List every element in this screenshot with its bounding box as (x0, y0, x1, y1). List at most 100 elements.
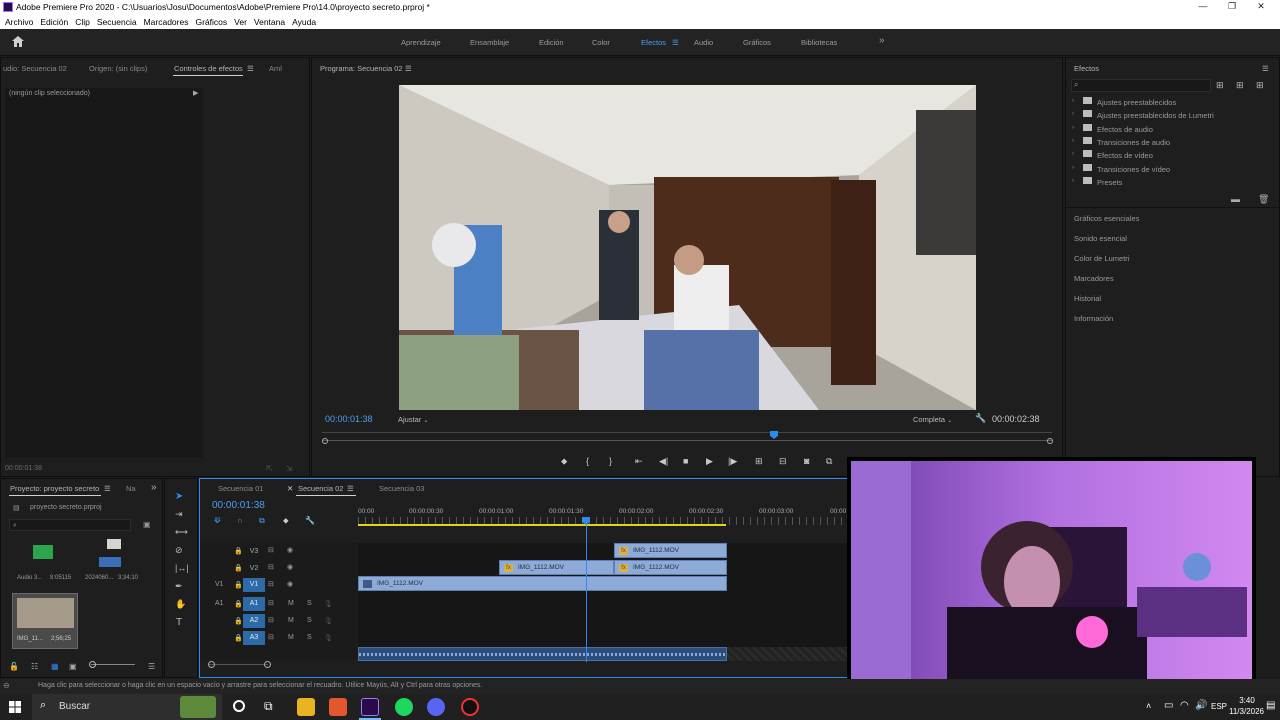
export-icon[interactable]: ⇲ (286, 464, 293, 473)
tab-aprendizaje[interactable]: Aprendizaje (401, 38, 441, 47)
sync-lock-icon[interactable]: ⊟ (268, 580, 274, 588)
notifications-icon[interactable]: ▤ (1266, 700, 1275, 711)
spotify-icon[interactable] (395, 698, 413, 716)
volume-icon[interactable]: 🔊 (1195, 700, 1207, 711)
sync-lock-icon[interactable]: ⊟ (268, 546, 274, 554)
menu-marcadores[interactable]: Marcadores (144, 17, 189, 27)
project-item-video[interactable]: IMG_11... 2;56;25 (12, 593, 78, 649)
tab-media-browser[interactable]: Na (126, 484, 136, 493)
mute-button[interactable]: M (288, 617, 294, 624)
clip-v3[interactable]: fx IMG_1112.MOV (614, 543, 727, 558)
panel-history[interactable]: Historial (1074, 294, 1101, 303)
file-explorer-icon[interactable] (297, 698, 315, 716)
sync-lock-icon[interactable]: ⊟ (268, 563, 274, 571)
solo-button[interactable]: S (307, 634, 312, 641)
mark-in-icon[interactable]: { (586, 456, 589, 466)
program-ruler[interactable] (322, 432, 1052, 433)
track-a2-label[interactable]: A2 (243, 614, 265, 628)
32bit-effects-icon[interactable]: ⊞ (1236, 80, 1244, 91)
discord-icon[interactable] (427, 698, 445, 716)
program-current-timecode[interactable]: 00:00:01:38 (325, 414, 373, 424)
project-tab[interactable]: Proyecto: proyecto secreto (10, 484, 99, 493)
tab-effect-controls[interactable]: Controles de efectos (174, 64, 243, 73)
lock-icon[interactable]: 🔒 (234, 547, 243, 555)
maximize-icon[interactable]: ❐ (1222, 1, 1242, 13)
folder-expand-arrow-icon[interactable]: › (1072, 151, 1074, 157)
zoom-handle-right[interactable] (264, 661, 271, 668)
timeline-timecode[interactable]: 00:00:01:38 (212, 500, 265, 511)
menu-ver[interactable]: Ver (234, 17, 247, 27)
tab-efectos[interactable]: Efectos (641, 38, 666, 47)
go-to-in-icon[interactable]: ⇤ (635, 456, 643, 467)
export-frame-icon[interactable]: ◙ (804, 456, 809, 466)
folder-expand-arrow-icon[interactable]: › (1072, 111, 1074, 117)
tab-bibliotecas[interactable]: Bibliotecas (801, 38, 837, 47)
effects-folder-presets-2[interactable]: Presets (1097, 178, 1122, 187)
eye-icon[interactable]: ◉ (287, 563, 293, 571)
sync-lock-icon[interactable]: ⊟ (268, 616, 274, 624)
quality-dropdown[interactable]: Completa ⌄ (913, 415, 952, 424)
stop-icon[interactable]: ■ (683, 456, 688, 466)
source-a1-label[interactable]: A1 (215, 600, 224, 607)
nest-icon[interactable]: ⟱ (214, 516, 221, 525)
chevron-up-icon[interactable]: ˄ (1146, 701, 1151, 711)
menu-archivo[interactable]: Archivo (5, 17, 33, 27)
track-a1-label[interactable]: A1 (243, 597, 265, 611)
language-indicator[interactable]: ESP (1211, 702, 1227, 711)
tab-sequence-01[interactable]: Secuencia 01 (218, 484, 263, 493)
source-v1-label[interactable]: V1 (215, 581, 224, 588)
zoom-handle-left[interactable] (208, 661, 215, 668)
tab-sequence-03[interactable]: Secuencia 03 (379, 484, 424, 493)
fit-dropdown[interactable]: Ajustar ⌄ (398, 415, 428, 424)
task-view-icon[interactable]: ⧉ (264, 699, 273, 714)
program-playhead[interactable] (770, 431, 778, 439)
effects-folder-audio-transitions[interactable]: Transiciones de audio (1097, 138, 1170, 147)
sync-lock-icon[interactable]: ⊟ (268, 599, 274, 607)
program-menu-icon[interactable]: ☰ (405, 64, 412, 73)
delete-icon[interactable]: 🗑 (1258, 194, 1269, 205)
taskbar-search-box[interactable]: ⌕ Buscar (32, 694, 222, 720)
effects-folder-video-effects[interactable]: Efectos de vídeo (1097, 151, 1153, 160)
tab-audio[interactable]: Audio (694, 38, 713, 47)
track-v3-label[interactable]: V3 (243, 545, 265, 559)
tab-graficos[interactable]: Gráficos (743, 38, 771, 47)
tab-edicion[interactable]: Edición (539, 38, 564, 47)
close-icon[interactable]: ✕ (1251, 1, 1271, 13)
effects-folder-audio-effects[interactable]: Efectos de audio (1097, 125, 1153, 134)
effects-menu-icon[interactable]: ☰ (1262, 64, 1269, 73)
yuv-effects-icon[interactable]: ⊞ (1256, 80, 1264, 91)
new-bin-icon[interactable]: ▬ (1231, 194, 1240, 204)
timeline-settings-icon[interactable]: 🔧 (305, 516, 315, 525)
clock-time[interactable]: 3:40 (1232, 696, 1262, 705)
lock-icon[interactable]: 🔒 (234, 564, 243, 572)
project-menu-icon[interactable]: ☰ (104, 484, 111, 493)
track-v2-label[interactable]: V2 (243, 562, 265, 576)
tab-color[interactable]: Color (592, 38, 610, 47)
mic-icon[interactable]: 🎙 (324, 617, 333, 625)
cortana-icon[interactable] (233, 700, 245, 712)
menu-secuencia[interactable]: Secuencia (97, 17, 137, 27)
step-back-icon[interactable]: ◀| (659, 456, 668, 467)
folder-expand-arrow-icon[interactable]: › (1072, 165, 1074, 171)
folder-expand-arrow-icon[interactable]: › (1072, 98, 1074, 104)
program-scrubber[interactable] (322, 440, 1052, 441)
close-tab-icon[interactable]: ✕ (287, 484, 293, 493)
lift-icon[interactable]: ⊞ (755, 456, 763, 467)
mic-icon[interactable]: 🎙 (324, 634, 333, 642)
menu-edicion[interactable]: Edición (40, 17, 68, 27)
icon-view-icon[interactable]: ▦ (51, 662, 59, 671)
clip-v2-b[interactable]: fx IMG_1112.MOV (614, 560, 727, 575)
effect-controls-timecode[interactable]: 00:00:01:38 (5, 465, 42, 472)
lock-icon[interactable]: 🔒 (234, 634, 243, 642)
play-icon[interactable]: ▶ (706, 456, 713, 467)
tab-source[interactable]: Origen: (sin clips) (89, 64, 147, 73)
panel-essential-graphics[interactable]: Gráficos esenciales (1074, 214, 1139, 223)
tab-ensamblaje[interactable]: Ensamblaje (470, 38, 509, 47)
track-v1-label[interactable]: V1 (243, 578, 265, 592)
solo-button[interactable]: S (307, 600, 312, 607)
tab-aml[interactable]: Aml (269, 64, 282, 73)
premiere-taskbar-icon[interactable] (361, 698, 379, 716)
scroll-handle-right[interactable] (1047, 438, 1053, 444)
audio-clip[interactable] (358, 647, 727, 661)
add-marker-icon[interactable]: ⬥ (283, 516, 289, 526)
